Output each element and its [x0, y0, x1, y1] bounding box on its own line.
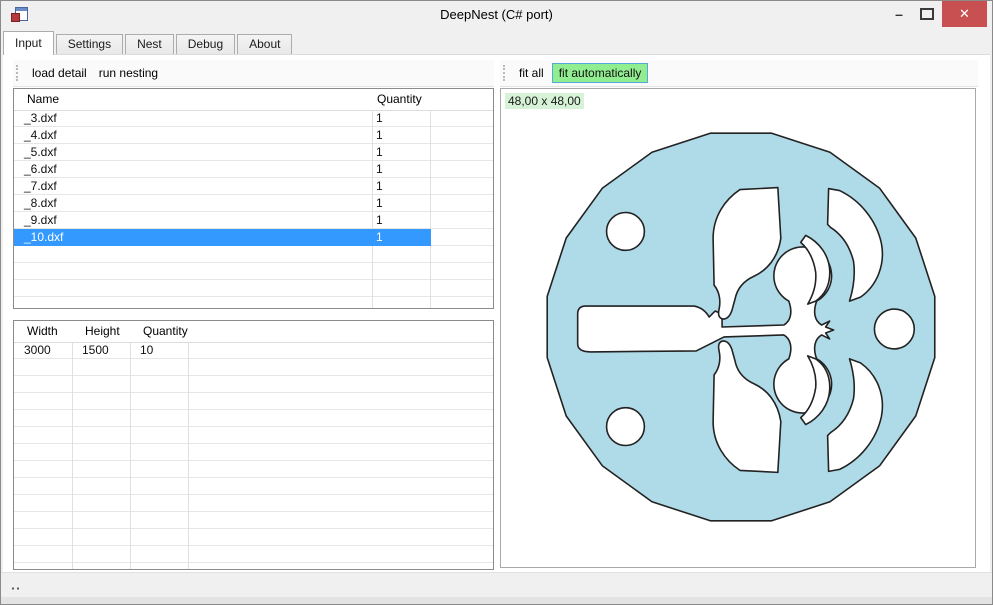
- table-row[interactable]: _4.dxf 1: [14, 127, 493, 144]
- toolbar-grip-icon[interactable]: [503, 65, 507, 81]
- part-quantity: 1: [376, 127, 383, 143]
- table-row[interactable]: _7.dxf 1: [14, 178, 493, 195]
- part-name: _7.dxf: [24, 178, 57, 194]
- part-quantity: 1: [376, 195, 383, 211]
- part-quantity: 1: [376, 229, 383, 245]
- parts-table-header: Name Quantity: [14, 89, 493, 111]
- sheet-quantity: 10: [140, 342, 153, 358]
- tab-strip: Input Settings Nest Debug About: [3, 31, 990, 54]
- part-name: _9.dxf: [24, 212, 57, 228]
- column-header-width[interactable]: Width: [27, 324, 58, 338]
- tab-debug[interactable]: Debug: [176, 34, 235, 54]
- column-header-height[interactable]: Height: [85, 324, 120, 338]
- part-quantity: 1: [376, 161, 383, 177]
- toolbar-grip-icon[interactable]: [16, 65, 20, 81]
- part-name: _3.dxf: [24, 110, 57, 126]
- tab-nest[interactable]: Nest: [125, 34, 174, 54]
- part-quantity: 1: [376, 110, 383, 126]
- sheet-size-label: 48,00 x 48,00: [505, 93, 584, 109]
- minimize-icon: –: [895, 6, 903, 22]
- window-resize-border[interactable]: [1, 597, 992, 604]
- fit-automatically-toggle[interactable]: fit automatically: [552, 63, 649, 83]
- table-row[interactable]: _6.dxf 1: [14, 161, 493, 178]
- table-row-selected[interactable]: _10.dxf 1: [14, 229, 493, 246]
- part-quantity: 1: [376, 144, 383, 160]
- status-grip-icon: [11, 587, 21, 590]
- right-toolbar: fit all fit automatically: [500, 60, 978, 87]
- part-name: _10.dxf: [24, 229, 63, 245]
- load-detail-button[interactable]: load detail: [26, 64, 93, 82]
- sheets-table-body: [14, 342, 493, 569]
- table-row[interactable]: _9.dxf 1: [14, 212, 493, 229]
- table-row[interactable]: _3.dxf 1: [14, 110, 493, 127]
- sheet-width: 3000: [24, 342, 51, 358]
- column-header-quantity[interactable]: Quantity: [377, 92, 422, 106]
- hole-top-left: [607, 212, 645, 250]
- table-row[interactable]: _5.dxf 1: [14, 144, 493, 161]
- close-button[interactable]: ✕: [942, 1, 987, 27]
- part-name: _6.dxf: [24, 161, 57, 177]
- minimize-button[interactable]: –: [885, 1, 913, 27]
- column-header-quantity[interactable]: Quantity: [143, 324, 188, 338]
- left-toolbar: load detail run nesting: [13, 60, 494, 87]
- table-row[interactable]: _8.dxf 1: [14, 195, 493, 212]
- maximize-icon: [920, 8, 934, 20]
- close-icon: ✕: [959, 6, 970, 22]
- input-tab-page: load detail run nesting Name Quantity _3…: [3, 54, 990, 573]
- part-name: _8.dxf: [24, 195, 57, 211]
- status-bar: [1, 572, 992, 598]
- maximize-button[interactable]: [913, 1, 941, 27]
- hole-right: [874, 309, 914, 349]
- fit-all-button[interactable]: fit all: [513, 64, 550, 82]
- sheets-table: Width Height Quantity 3000 1500 10: [13, 320, 494, 570]
- table-row[interactable]: 3000 1500 10: [14, 342, 493, 359]
- app-window: DeepNest (C# port) – ✕ Input Settings Ne…: [0, 0, 993, 605]
- column-header-name[interactable]: Name: [27, 92, 59, 106]
- app-icon: [11, 7, 27, 23]
- title-bar[interactable]: DeepNest (C# port) – ✕: [1, 1, 992, 30]
- part-name: _4.dxf: [24, 127, 57, 143]
- run-nesting-button[interactable]: run nesting: [93, 64, 164, 82]
- part-quantity: 1: [376, 178, 383, 194]
- part-name: _5.dxf: [24, 144, 57, 160]
- preview-canvas[interactable]: 48,00 x 48,00: [500, 88, 976, 568]
- window-title: DeepNest (C# port): [1, 7, 992, 22]
- part-drawing: [501, 89, 975, 567]
- sheet-height: 1500: [82, 342, 109, 358]
- part-quantity: 1: [376, 212, 383, 228]
- sheets-table-header: Width Height Quantity: [14, 321, 493, 343]
- tab-about[interactable]: About: [237, 34, 292, 54]
- tab-settings[interactable]: Settings: [56, 34, 123, 54]
- hole-bottom-left: [607, 408, 645, 446]
- tab-input[interactable]: Input: [3, 31, 54, 55]
- parts-table: Name Quantity _3.dxf 1 _4.dxf 1 _5.dxf 1…: [13, 88, 494, 309]
